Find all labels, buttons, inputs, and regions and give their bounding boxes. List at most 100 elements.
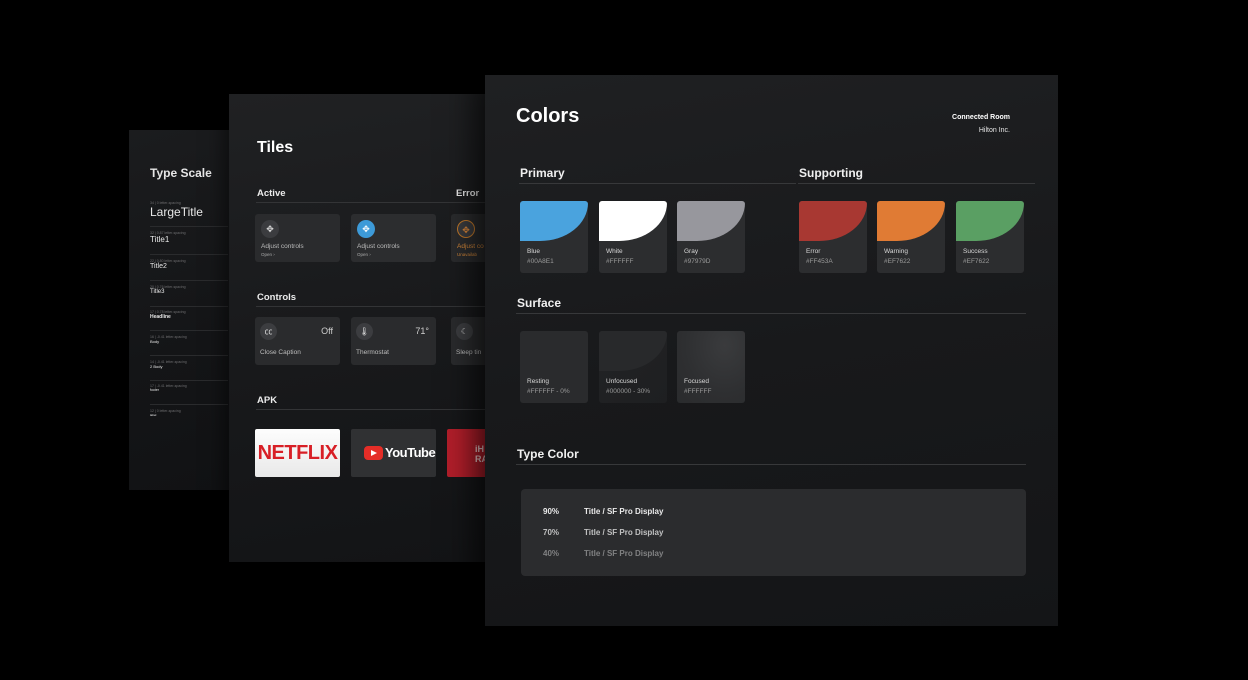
- type-row-name: Title1: [150, 235, 170, 244]
- close-caption-control[interactable]: ㏄ Off Close Caption: [255, 317, 340, 365]
- type-row-name: Title3: [150, 289, 165, 295]
- swatch-name: Blue: [527, 248, 541, 255]
- colors-panel: Colors Connected Room Hilton Inc. Primar…: [485, 75, 1058, 626]
- type-row-headline: 17 | 0.78 letter-spacing Headline: [150, 310, 228, 331]
- surface-hex: #FFFFFF - 0%: [527, 388, 570, 395]
- type-row-2body: 14 | -0.41 letter-spacing 2 Body: [150, 360, 228, 381]
- tile-sub: Open ›: [357, 252, 371, 257]
- type-color-box: 90% Title / SF Pro Display 70% Title / S…: [521, 489, 1026, 576]
- active-divider: [256, 202, 495, 203]
- surface-hex: #FFFFFF: [684, 388, 712, 395]
- swatch-name: Error: [806, 248, 821, 255]
- swatch-hex: #EF7622: [963, 258, 990, 265]
- youtube-app-tile[interactable]: YouTube: [351, 429, 436, 477]
- error-section-label: Error: [456, 188, 480, 199]
- type-row-title3: 20 | 0.76 letter-spacing Title3: [150, 285, 228, 307]
- tile-label: Adjust controls: [357, 243, 400, 250]
- company-name: Hilton Inc.: [978, 127, 1010, 134]
- swatch-white: White #FFFFFF: [599, 201, 667, 273]
- swatch-fill: [877, 201, 945, 241]
- swatch-hex: #FFFFFF: [606, 258, 634, 265]
- control-value: 71°: [415, 326, 429, 336]
- supporting-section-label: Supporting: [799, 166, 863, 180]
- type-row-name: Headline: [150, 314, 171, 320]
- type-row-body: 16 | -0.41 letter-spacing Body: [150, 335, 228, 356]
- type-row-largetitle: 34 | 0 letter-spacing LargeTitle: [150, 201, 228, 227]
- surface-name: Resting: [527, 378, 550, 385]
- type-color-divider: [516, 464, 1026, 465]
- swatch-warning: Warning #EF7622: [877, 201, 945, 273]
- type-scale-panel: Type Scale 34 | 0 letter-spacing LargeTi…: [129, 130, 239, 490]
- youtube-wordmark: YouTube: [385, 445, 436, 460]
- active-section-label: Active: [257, 188, 286, 199]
- swatch-gray: Gray #97979D: [677, 201, 745, 273]
- supporting-divider: [798, 183, 1035, 184]
- project-meta: Connected Room Hilton Inc.: [952, 111, 1010, 137]
- controls-divider: [256, 306, 495, 307]
- swatch-name: White: [606, 248, 623, 255]
- swatch-fill: [677, 201, 745, 241]
- netflix-app-tile[interactable]: NETFLIX: [255, 429, 340, 477]
- type-row-name: Title2: [150, 263, 167, 270]
- colors-title: Colors: [516, 105, 580, 127]
- swatch-name: Gray: [684, 248, 699, 255]
- apk-divider: [256, 409, 495, 410]
- primary-divider: [519, 183, 796, 184]
- swatch-name: Success: [963, 248, 988, 255]
- swatch-fill: [520, 201, 588, 241]
- type-row-title2: 22 | 0.80 letter-spacing Title2: [150, 259, 228, 281]
- swatch-name: Warning: [884, 248, 908, 255]
- surface-section-label: Surface: [517, 296, 562, 310]
- dpad-icon: ✥: [357, 220, 375, 238]
- dpad-icon: ✥: [457, 220, 475, 238]
- swatch-hex: #00A8E1: [527, 258, 554, 265]
- type-color-sample: Title / SF Pro Display: [584, 507, 664, 516]
- adjust-controls-tile[interactable]: ✥ Adjust controls Open ›: [255, 214, 340, 262]
- swatch-blue: Blue #00A8E1: [520, 201, 588, 273]
- type-color-sample: Title / SF Pro Display: [584, 528, 664, 537]
- swatch-fill: [799, 201, 867, 241]
- surface-hex: #000000 - 30%: [606, 388, 651, 395]
- product-name: Connected Room: [952, 114, 1010, 121]
- type-scale-title: Type Scale: [150, 166, 212, 180]
- type-row-name: LargeTitle: [150, 205, 203, 219]
- swatch-hex: #97979D: [684, 258, 711, 265]
- control-label: Thermostat: [356, 349, 389, 356]
- type-row-name: label: [150, 413, 157, 417]
- apk-section-label: APK: [257, 395, 278, 406]
- iheart-line1: iH: [475, 444, 484, 454]
- tile-sub: Open ›: [261, 252, 275, 257]
- control-value: Off: [321, 326, 333, 336]
- cc-icon: ㏄: [260, 323, 277, 340]
- control-label: Close Caption: [260, 349, 301, 356]
- adjust-controls-tile-focused[interactable]: ✥ Adjust controls Open ›: [351, 214, 436, 262]
- type-color-percent: 90%: [543, 507, 560, 516]
- tiles-panel: Tiles Active Error ✥ Adjust controls Ope…: [229, 94, 495, 562]
- tile-label: Adjust controls: [261, 243, 304, 250]
- swatch-fill: [956, 201, 1024, 241]
- primary-section-label: Primary: [520, 166, 565, 180]
- type-row-name: footer: [150, 388, 159, 392]
- type-row-title1: 32 | 0.87 letter-spacing Title1: [150, 231, 228, 255]
- swatch-fill: [599, 201, 667, 241]
- surface-name: Unfocused: [606, 378, 638, 385]
- swatch-success: Success #EF7622: [956, 201, 1024, 273]
- swatch-hex: #EF7622: [884, 258, 911, 265]
- type-row-name: Body: [150, 339, 160, 344]
- surface-unfocused: Unfocused #000000 - 30%: [599, 331, 667, 403]
- type-color-section-label: Type Color: [517, 447, 579, 461]
- youtube-play-icon: [364, 446, 383, 460]
- surface-name: Focused: [684, 378, 709, 385]
- moon-icon: ☾: [456, 323, 473, 340]
- swatch-hex: #FF453A: [806, 258, 833, 265]
- dpad-icon: ✥: [261, 220, 279, 238]
- thermometer-icon: 🌡: [356, 323, 373, 340]
- tile-label: Adjust co: [457, 243, 484, 250]
- thermostat-control[interactable]: 🌡 71° Thermostat: [351, 317, 436, 365]
- type-row-name: 2 Body: [150, 364, 163, 369]
- swatch-error: Error #FF453A: [799, 201, 867, 273]
- tile-sub: Unavailab: [457, 252, 478, 257]
- surface-divider: [516, 313, 1026, 314]
- type-row-footer: 17 | -0.41 letter-spacing footer: [150, 384, 228, 405]
- surface-resting: Resting #FFFFFF - 0%: [520, 331, 588, 403]
